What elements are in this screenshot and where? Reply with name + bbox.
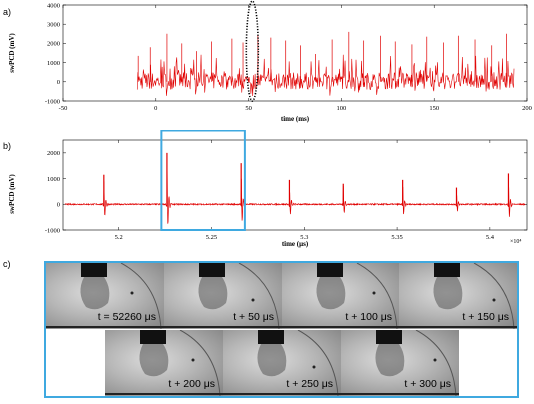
chart-b-xlabel: time (μs) <box>282 240 309 248</box>
bubble-dot <box>433 358 437 362</box>
frame-time-label: t + 150 μs <box>462 311 509 323</box>
chart-a-xlabel: time (ms) <box>281 115 310 123</box>
chart-b-xtick-label: 5.4 <box>486 234 495 241</box>
bubble-dot <box>492 298 496 302</box>
frame-time-label: t + 50 μs <box>233 311 274 323</box>
chart-a-xtick-label: 200 <box>522 105 532 112</box>
chart-b-xtick-label: 5.25 <box>206 234 217 241</box>
chart-b-highlight-box <box>160 130 246 231</box>
frame-image: t = 52260 μs <box>46 263 164 329</box>
chart-a: swPCD (mV) time (ms) -50 0 50 100 150 200 -100… <box>8 0 532 123</box>
chart-a-ytick-label: 2000 <box>47 41 60 48</box>
chart-a-xtick-label: 150 <box>429 105 439 112</box>
bubble-dot <box>130 291 134 295</box>
chart-a-xtick-label: -50 <box>59 105 68 112</box>
chart-b: swPCD (mV) time (μs) ×10⁴ 5.2 5.25 5.3 5.35… <box>8 130 528 248</box>
frame-time-label: t + 250 μs <box>286 378 333 390</box>
cavitation-cloud <box>198 277 228 310</box>
frame-image: t + 150 μs <box>399 263 517 329</box>
chart-a-frame <box>62 4 528 102</box>
chart-b-xtick-label: 5.2 <box>115 234 123 241</box>
cavitation-cloud <box>316 277 346 310</box>
transducer-tip <box>258 330 284 344</box>
frame-image: t + 100 μs <box>282 263 400 329</box>
chart-a-ytick-label: 4000 <box>47 2 60 9</box>
frame-time-label: t = 52260 μs <box>97 311 156 323</box>
chart-b-ytick-label: 1000 <box>47 176 60 183</box>
chart-b-ylabel: swPCD (mV) <box>8 174 16 214</box>
cavitation-cloud <box>80 277 110 310</box>
transducer-tip <box>199 263 225 277</box>
transducer-tip <box>376 330 402 344</box>
chart-a-ytick-label: -1000 <box>45 98 60 105</box>
chart-a-xtick-label: 50 <box>245 105 252 112</box>
cavitation-cloud <box>257 344 287 377</box>
transducer-tip <box>81 263 107 277</box>
cavitation-cloud <box>433 277 463 310</box>
transducer-tip <box>434 263 460 277</box>
chart-a-xtick-label: 100 <box>337 105 347 112</box>
chart-a-ytick-label: 0 <box>57 79 60 86</box>
chart-a-ylabel: swPCD (mV) <box>8 33 16 73</box>
bubble-dot <box>251 298 255 302</box>
bubble-dot <box>312 365 316 369</box>
cavitation-cloud <box>375 344 405 377</box>
frame-image: t + 50 μs <box>164 263 282 329</box>
chart-b-xtick-label: 5.3 <box>300 234 308 241</box>
frame-time-label: t + 200 μs <box>168 378 215 390</box>
panel-label-c: c) <box>3 259 11 269</box>
bubble-dot <box>372 291 376 295</box>
chart-a-series-line <box>136 54 515 97</box>
frame-time-label: t + 300 μs <box>404 378 451 390</box>
chart-a-ytick-label: 3000 <box>47 22 60 29</box>
chart-b-frame <box>62 139 528 231</box>
chart-b-x-multiplier: ×10⁴ <box>510 239 521 245</box>
transducer-tip <box>317 263 343 277</box>
chart-a-xtick-label: 0 <box>154 105 157 112</box>
chart-b-xtick-label: 5.35 <box>391 234 402 241</box>
frame-image: t + 200 μs <box>105 330 223 396</box>
frame-time-label: t + 100 μs <box>345 311 392 323</box>
cavitation-cloud <box>139 344 169 377</box>
bubble-dot <box>191 358 195 362</box>
frame-image: t + 300 μs <box>341 330 459 396</box>
transducer-tip <box>140 330 166 344</box>
frames-grid: t = 52260 μs t + 50 μs t + 100 μs t + 150 μ… <box>46 263 517 396</box>
chart-b-ytick-label: -1000 <box>45 227 60 234</box>
frame-image: t + 250 μs <box>223 330 341 396</box>
frames-panel: t = 52260 μs t + 50 μs t + 100 μs t + 150 μ… <box>44 261 519 398</box>
chart-a-ytick-label: 1000 <box>47 60 60 67</box>
chart-b-ytick-label: 0 <box>57 202 60 209</box>
chart-b-ytick-label: 2000 <box>47 150 60 157</box>
